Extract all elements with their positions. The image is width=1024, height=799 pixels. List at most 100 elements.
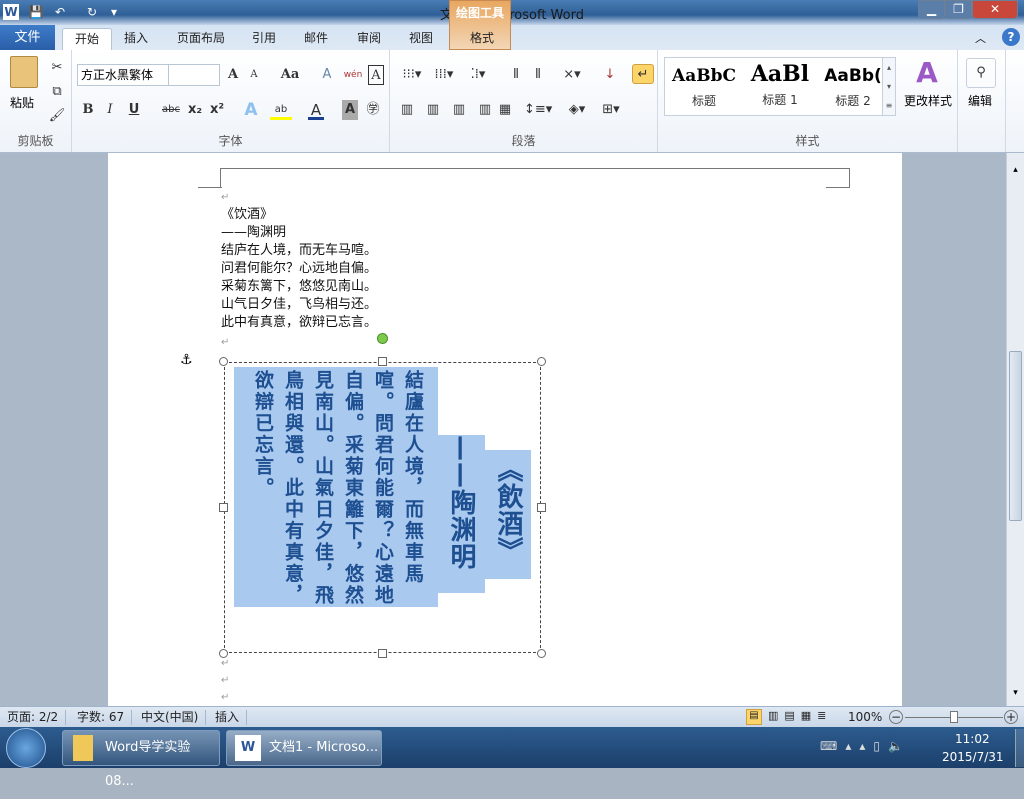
- justify-icon[interactable]: ▥: [476, 100, 494, 120]
- bold-button[interactable]: B: [80, 100, 96, 120]
- collapse-ribbon-icon[interactable]: ︿: [975, 30, 986, 46]
- zoom-slider-thumb[interactable]: [950, 711, 958, 723]
- text-line[interactable]: 山气日夕佳，飞鸟相与还。: [221, 296, 377, 314]
- italic-button[interactable]: I: [102, 100, 118, 120]
- numbering-icon[interactable]: ⁞⁞⁞▾: [430, 65, 458, 85]
- word-count[interactable]: 字数: 67: [70, 710, 133, 725]
- text-box[interactable]: 《飲酒》 ——陶渊明 結廬在人境，而無車馬喧。問君何能爾？心遠地自偏。采菊東籬下…: [224, 362, 541, 653]
- page-count[interactable]: 页面: 2/2: [0, 710, 67, 725]
- align-right-icon[interactable]: ▥: [450, 100, 468, 120]
- print-layout-icon[interactable]: ▤: [746, 709, 762, 725]
- enclose-char-icon[interactable]: ㊫: [364, 100, 382, 120]
- resize-handle[interactable]: [219, 357, 228, 366]
- text-line[interactable]: 采菊东篱下，悠悠见南山。: [221, 278, 377, 296]
- increase-indent-icon[interactable]: ⦀: [528, 65, 548, 85]
- tab-references[interactable]: 引用: [240, 28, 288, 50]
- tab-mailings[interactable]: 邮件: [292, 28, 340, 50]
- vertical-scrollbar[interactable]: ▴ ▾: [1006, 153, 1024, 706]
- maximize-button[interactable]: ❐: [945, 0, 972, 19]
- phonetic-guide-icon[interactable]: wén: [342, 65, 364, 85]
- scroll-thumb[interactable]: [1009, 351, 1022, 521]
- change-styles-icon[interactable]: A: [902, 56, 952, 89]
- format-painter-icon[interactable]: 🖌: [48, 106, 66, 126]
- strikethrough-button[interactable]: abc: [160, 100, 182, 120]
- sort-icon[interactable]: ↓: [600, 65, 620, 85]
- char-shading-icon[interactable]: A: [342, 100, 358, 120]
- change-case-icon[interactable]: Aa: [278, 65, 302, 85]
- zoom-out-icon[interactable]: −: [889, 710, 903, 724]
- highlight-icon[interactable]: ab: [270, 100, 292, 120]
- font-color-icon[interactable]: A: [308, 100, 324, 120]
- textbox-column-title[interactable]: 《飲酒》: [485, 450, 531, 579]
- clear-format-icon[interactable]: A: [318, 65, 336, 85]
- style-title[interactable]: AaBbC 标题: [671, 66, 737, 109]
- text-line[interactable]: ——陶渊明: [221, 224, 286, 242]
- resize-handle[interactable]: [537, 649, 546, 658]
- rotate-handle[interactable]: [377, 333, 388, 344]
- resize-handle[interactable]: [219, 503, 228, 512]
- font-size-select[interactable]: [168, 64, 220, 86]
- tab-file[interactable]: 文件: [0, 25, 55, 50]
- resize-handle[interactable]: [378, 649, 387, 658]
- clock-time[interactable]: 11:02: [955, 732, 990, 746]
- find-icon[interactable]: ⚲: [966, 58, 996, 88]
- clock-date[interactable]: 2015/7/31: [942, 750, 1004, 764]
- text-line[interactable]: 结庐在人境，而无车马喧。: [221, 242, 377, 260]
- start-button[interactable]: [6, 728, 46, 768]
- show-desktop-button[interactable]: [1015, 729, 1024, 767]
- shrink-font-icon[interactable]: A: [246, 65, 262, 85]
- paste-icon[interactable]: [10, 56, 38, 88]
- resize-handle[interactable]: [537, 357, 546, 366]
- cut-icon[interactable]: ✂: [48, 58, 66, 78]
- bullets-icon[interactable]: ⁝⁝⁝▾: [398, 65, 426, 85]
- style-gallery-scroll[interactable]: ▴ ▾ ≡: [882, 57, 896, 116]
- font-name-select[interactable]: 方正水黑繁体: [77, 64, 169, 86]
- zoom-level[interactable]: 100%: [848, 710, 882, 724]
- text-line[interactable]: 《饮酒》: [221, 206, 273, 224]
- multilevel-list-icon[interactable]: ⁚⁞▾: [464, 65, 492, 85]
- resize-handle[interactable]: [378, 357, 387, 366]
- zoom-in-icon[interactable]: +: [1004, 710, 1018, 724]
- system-tray-icons[interactable]: ⌨▴▴▯🔈: [820, 739, 911, 753]
- align-center-icon[interactable]: ▥: [424, 100, 442, 120]
- shading-icon[interactable]: ◈▾: [564, 100, 590, 120]
- chinese-layout-icon[interactable]: ⨯▾: [560, 65, 584, 85]
- tab-view[interactable]: 视图: [397, 28, 445, 50]
- underline-button[interactable]: U: [126, 100, 142, 120]
- tab-format[interactable]: 格式: [458, 28, 506, 50]
- subscript-button[interactable]: x₂: [186, 100, 204, 120]
- text-line[interactable]: 此中有真意，欲辩已忘言。: [221, 314, 377, 332]
- decrease-indent-icon[interactable]: ⦀: [506, 65, 526, 85]
- editing-button[interactable]: 编辑: [968, 92, 992, 109]
- minimize-button[interactable]: ▁: [918, 0, 945, 19]
- text-line[interactable]: 问君何能尔？心远地自偏。: [221, 260, 377, 278]
- show-marks-icon[interactable]: ↵: [632, 64, 654, 84]
- distributed-icon[interactable]: ▦: [496, 100, 514, 120]
- text-effects-icon[interactable]: A: [242, 100, 260, 120]
- tab-home[interactable]: 开始: [62, 28, 113, 50]
- resize-handle[interactable]: [537, 503, 546, 512]
- tab-insert[interactable]: 插入: [112, 28, 160, 50]
- character-border-icon[interactable]: A: [368, 65, 384, 85]
- view-buttons[interactable]: ▥▤▦≣: [768, 709, 832, 722]
- paste-button[interactable]: 粘贴: [10, 94, 34, 111]
- scroll-down-icon[interactable]: ▾: [1009, 688, 1022, 700]
- tab-page-layout[interactable]: 页面布局: [165, 28, 237, 50]
- textbox-column-author[interactable]: ——陶渊明: [437, 435, 485, 593]
- superscript-button[interactable]: x²: [208, 100, 226, 120]
- change-styles-button[interactable]: 更改样式: [900, 92, 956, 109]
- style-heading-1[interactable]: AaBl 标题 1: [745, 61, 815, 108]
- insert-mode[interactable]: 插入: [208, 710, 248, 725]
- taskbar-item-explorer[interactable]: Word导学实验08...: [62, 730, 220, 789]
- line-spacing-icon[interactable]: ↕≡▾: [524, 100, 552, 120]
- scroll-up-icon[interactable]: ▴: [1009, 165, 1022, 177]
- language[interactable]: 中文(中国): [134, 710, 207, 725]
- grow-font-icon[interactable]: A: [224, 65, 242, 85]
- align-left-icon[interactable]: ▥: [398, 100, 416, 120]
- borders-icon[interactable]: ⊞▾: [598, 100, 624, 120]
- resize-handle[interactable]: [219, 649, 228, 658]
- copy-icon[interactable]: ⧉: [48, 82, 66, 102]
- help-icon[interactable]: ?: [1002, 28, 1020, 46]
- close-button[interactable]: ✕: [972, 0, 1018, 19]
- textbox-column-poem[interactable]: 結廬在人境，而無車馬喧。問君何能爾？心遠地自偏。采菊東籬下，悠然見南山。山氣日夕…: [234, 367, 438, 607]
